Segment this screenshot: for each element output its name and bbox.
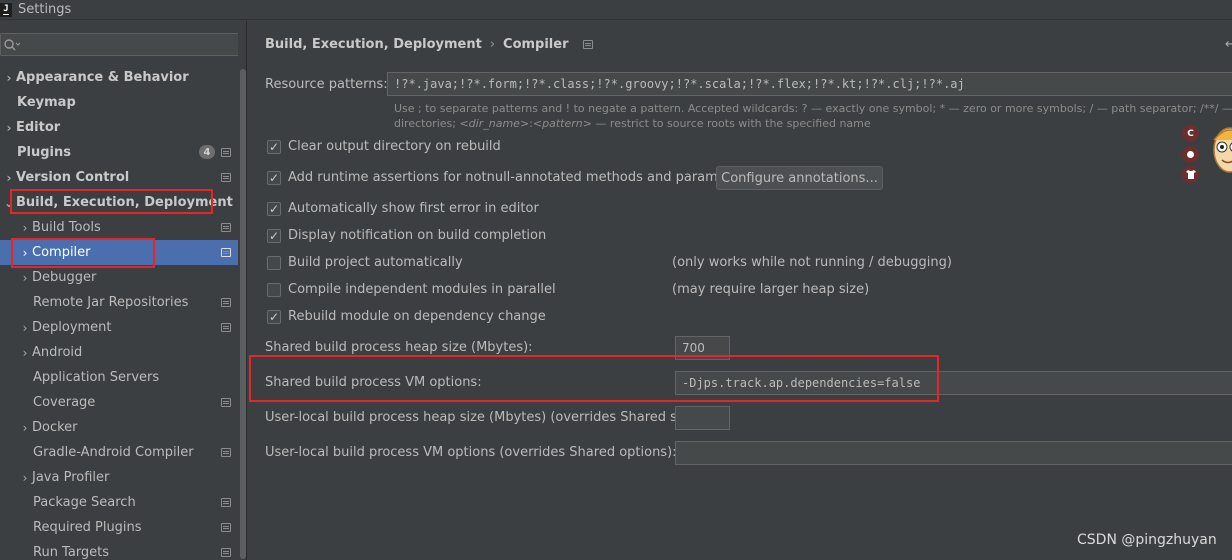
project-settings-icon [221, 223, 231, 232]
sidebar-item-deployment[interactable]: › Deployment [0, 315, 248, 340]
user-vm-options-input[interactable] [675, 441, 1232, 465]
project-settings-icon [221, 548, 231, 557]
resource-patterns-label: Resource patterns: [265, 77, 388, 92]
chevron-right-icon[interactable]: › [18, 421, 32, 435]
check-icon[interactable]: ✓ [267, 228, 281, 243]
sidebar-item-compiler[interactable]: › Compiler [0, 240, 248, 265]
sidebar-item-plugins[interactable]: Plugins 4 [0, 140, 248, 165]
project-settings-icon [221, 398, 231, 407]
settings-sidebar: › Appearance & Behavior Keymap › Editor … [0, 21, 248, 560]
sidebar-item-editor[interactable]: › Editor [0, 115, 248, 140]
record-dot-icon [1187, 151, 1194, 158]
intellij-app-icon: J [0, 2, 12, 17]
user-vm-options-label: User-local build process VM options (ove… [265, 445, 677, 460]
project-settings-icon [221, 323, 231, 332]
breadcrumb: Build, Execution, Deployment › Compiler [265, 37, 593, 52]
window-title: Settings [18, 2, 72, 17]
sidebar-item-gradle-android-compiler[interactable]: Gradle-Android Compiler [0, 440, 248, 465]
check-icon[interactable]: ✓ [267, 309, 281, 324]
chevron-right-icon[interactable]: › [18, 346, 32, 360]
build-automatically-note: (only works while not running / debuggin… [672, 255, 952, 270]
user-heap-size-label: User-local build process heap size (Mbyt… [265, 410, 705, 425]
shirt-icon [1185, 170, 1196, 179]
project-settings-icon [582, 40, 593, 49]
sidebar-item-package-search[interactable]: Package Search [0, 490, 248, 515]
project-settings-icon [221, 523, 231, 532]
chevron-right-icon[interactable]: › [18, 471, 32, 485]
chevron-right-icon[interactable]: › [2, 121, 16, 135]
chevron-down-icon[interactable]: ⌄ [2, 196, 16, 210]
sidebar-item-run-targets[interactable]: Run Targets [0, 540, 248, 560]
rebuild-dependency-checkbox[interactable]: ✓ Rebuild module on dependency change [267, 309, 546, 324]
sidebar-item-build-tools[interactable]: › Build Tools [0, 215, 248, 240]
mascot-character-icon[interactable] [1210, 115, 1232, 190]
clear-output-checkbox[interactable]: ✓ Clear output directory on rebuild [267, 139, 501, 154]
plugins-update-badge: 4 [199, 145, 215, 159]
sidebar-item-appearance-behavior[interactable]: › Appearance & Behavior [0, 65, 248, 90]
project-settings-icon [221, 498, 231, 507]
project-settings-icon [221, 298, 231, 307]
check-icon[interactable]: ✓ [267, 170, 281, 185]
chevron-right-icon[interactable]: › [18, 271, 32, 285]
sidebar-item-required-plugins[interactable]: Required Plugins [0, 515, 248, 540]
sidebar-item-java-profiler[interactable]: › Java Profiler [0, 465, 248, 490]
heap-size-label: Shared build process heap size (Mbytes): [265, 340, 533, 355]
sidebar-item-debugger[interactable]: › Debugger [0, 265, 248, 290]
vm-options-input[interactable]: -Djps.track.ap.dependencies=false [675, 371, 1232, 395]
settings-search-input[interactable] [0, 33, 240, 56]
chevron-right-icon[interactable]: › [2, 71, 16, 85]
breadcrumb-current: Compiler [503, 37, 569, 52]
check-icon[interactable]: ✓ [267, 139, 281, 154]
show-first-error-checkbox[interactable]: ✓ Automatically show first error in edit… [267, 201, 539, 216]
floating-shirt-button[interactable] [1182, 166, 1199, 183]
title-bar: J Settings [0, 0, 1232, 20]
project-settings-icon [221, 148, 231, 157]
floating-record-button[interactable] [1182, 146, 1199, 163]
sidebar-item-android[interactable]: › Android [0, 340, 248, 365]
chevron-right-icon: › [489, 37, 496, 52]
resource-patterns-hint: Use ; to separate patterns and ! to nega… [394, 102, 1232, 130]
sidebar-item-docker[interactable]: › Docker [0, 415, 248, 440]
check-icon[interactable]: ✓ [267, 201, 281, 216]
chevron-right-icon[interactable]: › [18, 246, 32, 260]
sidebar-item-build-execution-deployment[interactable]: ⌄ Build, Execution, Deployment [0, 190, 248, 215]
configure-annotations-button[interactable]: Configure annotations... [716, 166, 883, 190]
compile-parallel-checkbox[interactable]: Compile independent modules in parallel [267, 282, 556, 297]
breadcrumb-parent[interactable]: Build, Execution, Deployment [265, 37, 482, 52]
chevron-right-icon[interactable]: › [2, 171, 16, 185]
compiler-settings-panel: Build, Execution, Deployment › Compiler … [247, 21, 1232, 560]
resource-patterns-input[interactable]: !?*.java;!?*.form;!?*.class;!?*.groovy;!… [387, 72, 1232, 96]
sidebar-item-keymap[interactable]: Keymap [0, 90, 248, 115]
notify-completion-checkbox[interactable]: ✓ Display notification on build completi… [267, 228, 546, 243]
project-settings-icon [221, 448, 231, 457]
build-automatically-checkbox[interactable]: Build project automatically [267, 255, 463, 270]
sidebar-item-remote-jar-repositories[interactable]: Remote Jar Repositories [0, 290, 248, 315]
chevron-right-icon[interactable]: › [18, 221, 32, 235]
csdn-watermark: CSDN @pingzhuyan [1077, 532, 1217, 548]
settings-tree: › Appearance & Behavior Keymap › Editor … [0, 65, 248, 560]
search-icon [4, 38, 21, 50]
sidebar-item-application-servers[interactable]: Application Servers [0, 365, 248, 390]
chevron-right-icon[interactable]: › [18, 321, 32, 335]
sidebar-item-coverage[interactable]: Coverage [0, 390, 248, 415]
project-settings-icon [221, 248, 231, 257]
compile-parallel-note: (may require larger heap size) [672, 282, 870, 297]
sidebar-item-version-control[interactable]: › Version Control [0, 165, 248, 190]
runtime-assertions-checkbox[interactable]: ✓ Add runtime assertions for notnull-ann… [267, 170, 751, 185]
vm-options-label: Shared build process VM options: [265, 375, 482, 390]
project-settings-icon [221, 173, 231, 182]
heap-size-input[interactable]: 700 [675, 336, 730, 360]
floating-c-button[interactable]: C [1182, 125, 1199, 142]
user-heap-size-input[interactable] [675, 406, 730, 430]
back-arrow-icon[interactable]: ← [1225, 37, 1232, 52]
